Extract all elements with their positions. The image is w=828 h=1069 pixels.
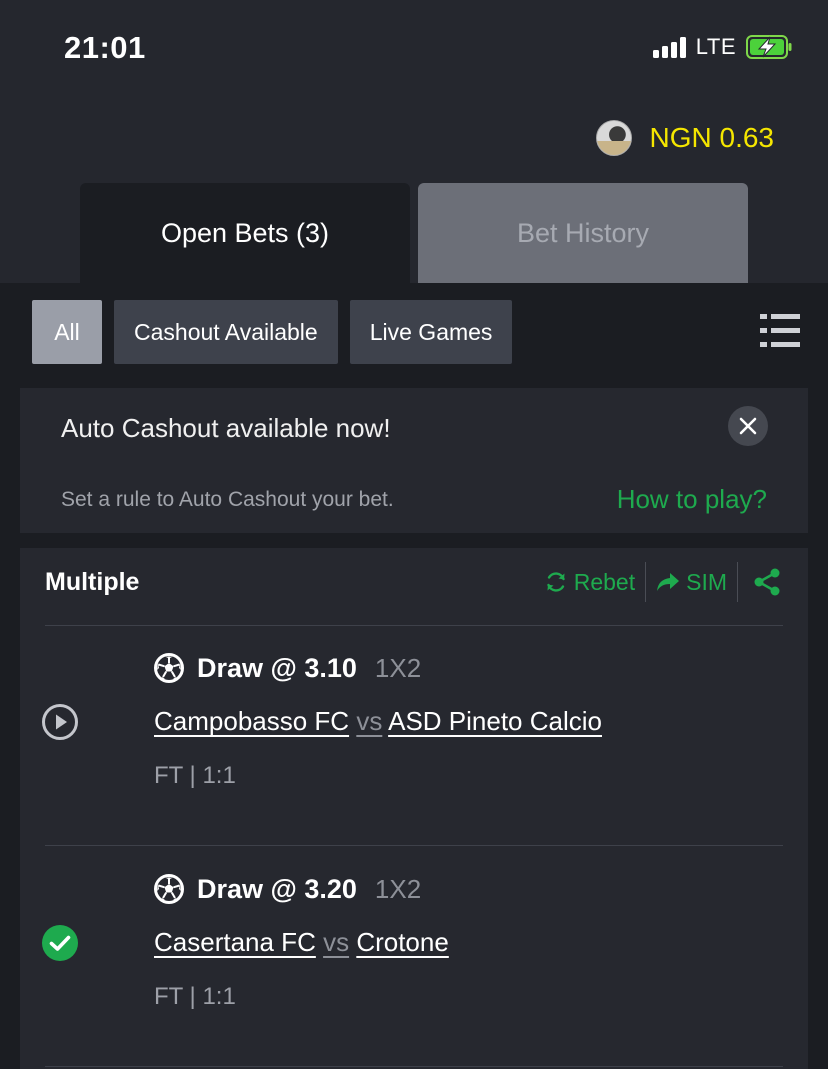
sim-button[interactable]: SIM	[646, 569, 737, 596]
selection-pick: Draw @ 3.20	[197, 873, 357, 904]
bet-type: Multiple	[45, 568, 140, 596]
soccer-ball-icon	[154, 653, 184, 683]
balance-amount: NGN 0.63	[649, 122, 775, 153]
selection-market: 1X2	[374, 873, 422, 904]
status-indicators: LTE	[652, 34, 792, 60]
home-team[interactable]: Casertana FC	[154, 927, 316, 957]
away-team[interactable]: ASD Pineto Calcio	[388, 706, 602, 736]
bet-selection[interactable]: Draw @ 3.10 1X2 Campobasso FC vs ASD Pin…	[20, 626, 808, 846]
rebet-button[interactable]: Rebet	[534, 569, 645, 596]
close-notice-button[interactable]	[728, 406, 768, 446]
tab-open-bets[interactable]: Open Bets (3)	[80, 183, 410, 283]
tab-bet-history[interactable]: Bet History	[418, 183, 748, 283]
network-type: LTE	[695, 34, 736, 59]
how-to-play-link[interactable]: How to play?	[617, 484, 767, 515]
soccer-ball-icon	[154, 874, 184, 904]
filter-chips: All Cashout Available Live Games	[32, 300, 513, 364]
filter-cashout-available[interactable]: Cashout Available	[114, 300, 338, 364]
vs-label: vs	[356, 706, 383, 736]
close-icon	[739, 417, 757, 435]
notice-title: Auto Cashout available now!	[61, 413, 391, 443]
rebet-label: Rebet	[573, 568, 636, 595]
match-name[interactable]: Campobasso FC vs ASD Pineto Calcio	[154, 706, 602, 737]
card-divider	[45, 1066, 783, 1067]
bet-selection[interactable]: Draw @ 3.20 1X2 Casertana FC vs Crotone …	[20, 847, 808, 1067]
home-team[interactable]: Campobasso FC	[154, 706, 349, 736]
match-name[interactable]: Casertana FC vs Crotone	[154, 927, 449, 958]
battery-charging-icon	[746, 35, 792, 59]
refresh-icon	[547, 572, 565, 592]
vs-label: vs	[323, 927, 350, 957]
card-divider	[45, 845, 783, 846]
auto-cashout-notice: Auto Cashout available now! Set a rule t…	[20, 388, 808, 533]
match-result: FT | 1:1	[154, 762, 236, 789]
bet-card: Multiple Rebet SIM Draw @ 3.10 1X2 Campo…	[20, 548, 808, 1069]
account-balance[interactable]: NGN 0.63	[595, 120, 775, 156]
selection-market: 1X2	[374, 652, 422, 683]
notice-subtitle: Set a rule to Auto Cashout your bet.	[61, 488, 394, 511]
bet-tabs: Open Bets (3) Bet History	[0, 183, 828, 283]
sim-label: SIM	[686, 568, 727, 595]
share-icon	[754, 568, 780, 596]
filter-all[interactable]: All	[32, 300, 102, 364]
selection-header: Draw @ 3.10 1X2	[153, 652, 421, 684]
avatar[interactable]	[595, 120, 632, 156]
selection-pick: Draw @ 3.10	[197, 652, 357, 683]
status-time: 21:01	[64, 30, 146, 65]
signal-icon	[652, 36, 686, 58]
open-bets-panel: All Cashout Available Live Games Auto Ca…	[0, 283, 828, 1069]
check-circle-icon	[42, 925, 78, 961]
list-view-icon[interactable]	[760, 313, 800, 349]
status-bar: 21:01 LTE	[0, 0, 828, 100]
play-circle-icon[interactable]	[41, 703, 79, 741]
bet-actions: Rebet SIM	[534, 562, 782, 602]
away-team[interactable]: Crotone	[356, 927, 449, 957]
forward-arrow-icon	[657, 573, 680, 591]
match-result: FT | 1:1	[154, 983, 236, 1010]
share-button[interactable]	[738, 567, 782, 597]
selection-header: Draw @ 3.20 1X2	[153, 873, 421, 905]
filter-live-games[interactable]: Live Games	[349, 300, 513, 364]
